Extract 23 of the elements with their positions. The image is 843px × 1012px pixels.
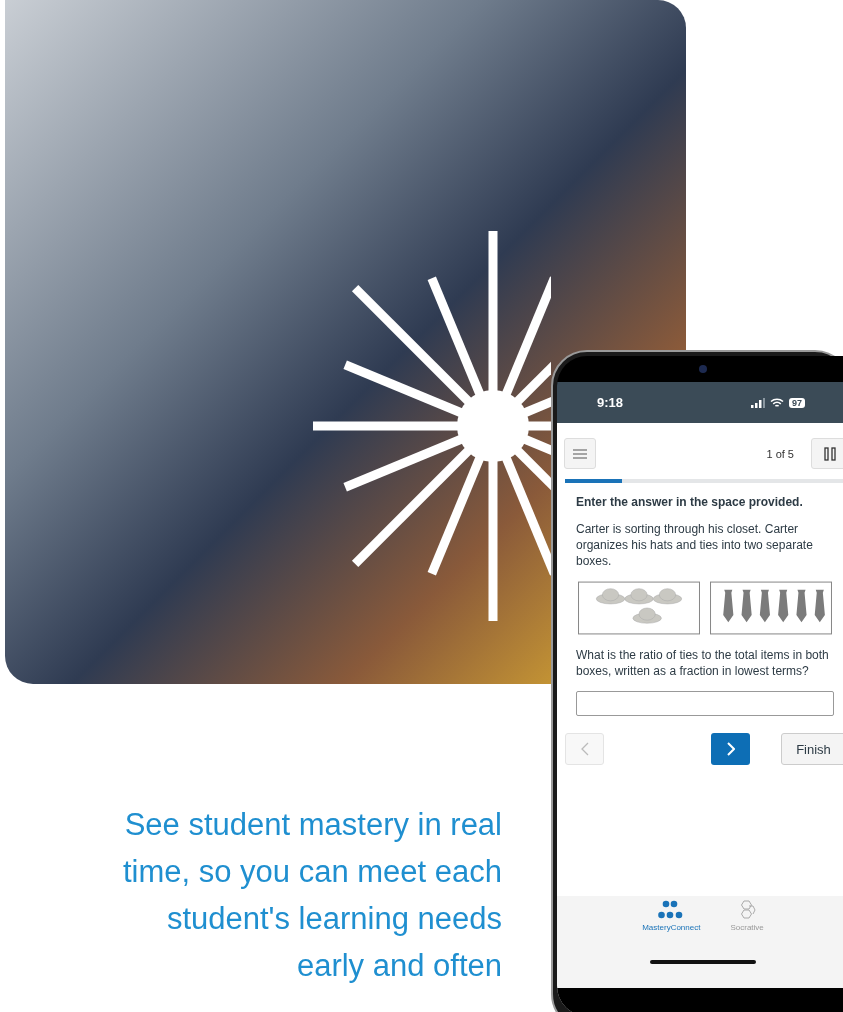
question-counter: 1 of 5 [766,447,794,460]
caption-text: See student mastery in real time, so you can meet each student's learning needs early and often [121,806,502,985]
chevron-left-icon [580,742,589,756]
signal-icon [751,397,765,408]
question-text: What is the ratio of ties to the total items in both boxes, written as a fraction in lowest terms? [576,647,830,679]
finish-button[interactable]: Finish [781,733,843,765]
next-button[interactable] [711,733,750,765]
battery-level: 97 [789,397,805,408]
wifi-icon [770,397,784,408]
pause-button[interactable] [811,438,843,469]
status-time: 9:18 [597,395,624,410]
menu-icon [573,448,587,459]
answer-field[interactable] [576,691,834,716]
dots-logo-icon [658,900,685,920]
app-tab[interactable]: Socrative [730,900,764,940]
chevron-right-icon [726,742,735,756]
camera-icon [699,365,707,373]
hexagons-icon [738,900,757,920]
instruction-text: Enter the answer in the space provided. [576,495,804,509]
prompt-text: Carter is sorting through his closet. Carter organizes his hats and ties into two separate boxes. [576,521,814,569]
menu-button[interactable] [564,438,596,469]
pause-icon [824,446,836,461]
app-tab[interactable]: MasteryConnect [642,900,701,940]
